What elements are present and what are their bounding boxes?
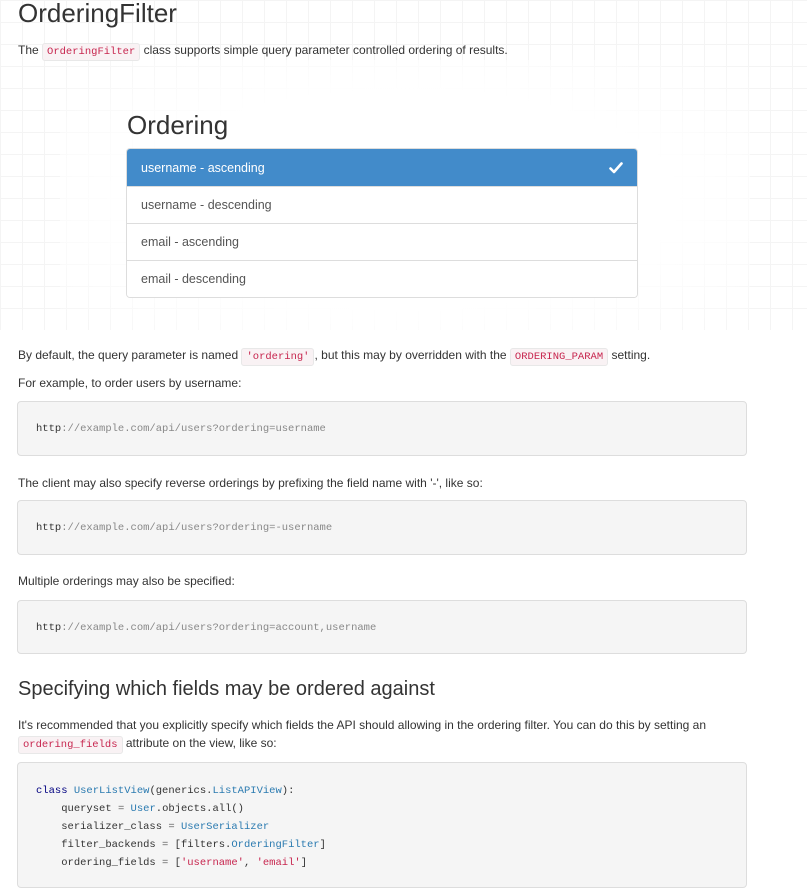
code-token: [filters. [174, 839, 232, 851]
check-icon [609, 161, 623, 173]
ordering-widget: Ordering username - ascending username -… [126, 110, 638, 298]
section-heading: Specifying which fields may be ordered a… [18, 678, 435, 700]
code-token: User [130, 803, 156, 815]
ordering-option-label: username - ascending [141, 160, 265, 175]
code-token: ordering_fields [61, 857, 156, 869]
ordering-option-label: email - descending [141, 272, 246, 286]
ordering-option-label: username - descending [141, 198, 272, 212]
ordering-option-email-ascending[interactable]: email - ascending [127, 223, 637, 260]
code-token: = [155, 857, 175, 869]
code-url-scheme: http [36, 622, 62, 634]
multiple-paragraph: Multiple orderings may also be specified… [18, 574, 235, 588]
code-token: serializer_class [61, 821, 163, 833]
code-token: = [111, 803, 131, 815]
intro-suffix: class supports simple query parameter co… [143, 43, 508, 57]
ordering-heading: Ordering [127, 110, 229, 140]
default-text-1: By default, the query parameter is named [18, 348, 239, 362]
code-block-username: http://example.com/api/users?ordering=us… [17, 401, 747, 456]
ordering-list: username - ascending username - descendi… [126, 148, 638, 298]
code-block-multiple: http://example.com/api/users?ordering=ac… [17, 600, 747, 654]
code-token: = [155, 839, 175, 851]
code-block-view-example: class UserListView(generics.ListAPIView)… [17, 762, 747, 888]
code-url-scheme: http [36, 522, 62, 534]
code-token: filter_backends [61, 839, 156, 851]
intro-paragraph: The OrderingFilter class supports simple… [18, 41, 508, 61]
code-token: ): [281, 785, 295, 797]
recommend-paragraph: It's recommended that you explicitly spe… [18, 716, 758, 754]
example-paragraph: For example, to order users by username: [18, 376, 242, 390]
ordering-param-setting-code: ORDERING_PARAM [509, 348, 609, 366]
code-block-reverse: http://example.com/api/users?ordering=-u… [17, 500, 747, 555]
recommend-text-1: It's recommended that you explicitly spe… [18, 718, 707, 732]
code-token: 'email' [256, 857, 301, 869]
ordering-option-email-descending[interactable]: email - descending [127, 260, 637, 297]
intro-prefix: The [18, 43, 39, 57]
ordering-option-label: email - ascending [141, 235, 239, 249]
reverse-paragraph: The client may also specify reverse orde… [18, 476, 483, 490]
code-token: = [162, 821, 181, 833]
code-token: queryset [61, 803, 112, 815]
code-token: , [243, 857, 257, 869]
code-url-rest: ://example.com/api/users?ordering=-usern… [61, 522, 333, 534]
ordering-option-username-descending[interactable]: username - descending [127, 186, 637, 223]
default-text-2: , but this may by overridden with the [314, 348, 507, 362]
code-token: UserListView [73, 785, 150, 797]
code-token: UserSerializer [180, 821, 270, 833]
code-token: OrderingFilter [231, 839, 320, 851]
code-url-scheme: http [36, 423, 62, 435]
ordering-option-username-ascending[interactable]: username - ascending [127, 149, 637, 186]
ordering-fields-code: ordering_fields [18, 736, 123, 754]
ordering-param-code: 'ordering' [241, 348, 315, 366]
code-token: ListAPIView [212, 785, 282, 797]
code-url-rest: ://example.com/api/users?ordering=accoun… [61, 622, 377, 634]
default-text-3: setting. [611, 348, 651, 362]
ordering-filter-code: OrderingFilter [42, 43, 141, 61]
code-token: ] [319, 839, 326, 851]
code-token: class [36, 785, 68, 797]
code-token: 'username' [180, 857, 244, 869]
recommend-text-2: attribute on the view, like so: [125, 736, 277, 750]
code-token: .objects.all() [155, 803, 244, 815]
page-title: OrderingFilter [18, 0, 177, 28]
default-paragraph: By default, the query parameter is named… [18, 346, 650, 366]
code-token: ] [300, 857, 307, 869]
code-token: (generics. [149, 785, 213, 797]
code-url-rest: ://example.com/api/users?ordering=userna… [61, 423, 326, 435]
